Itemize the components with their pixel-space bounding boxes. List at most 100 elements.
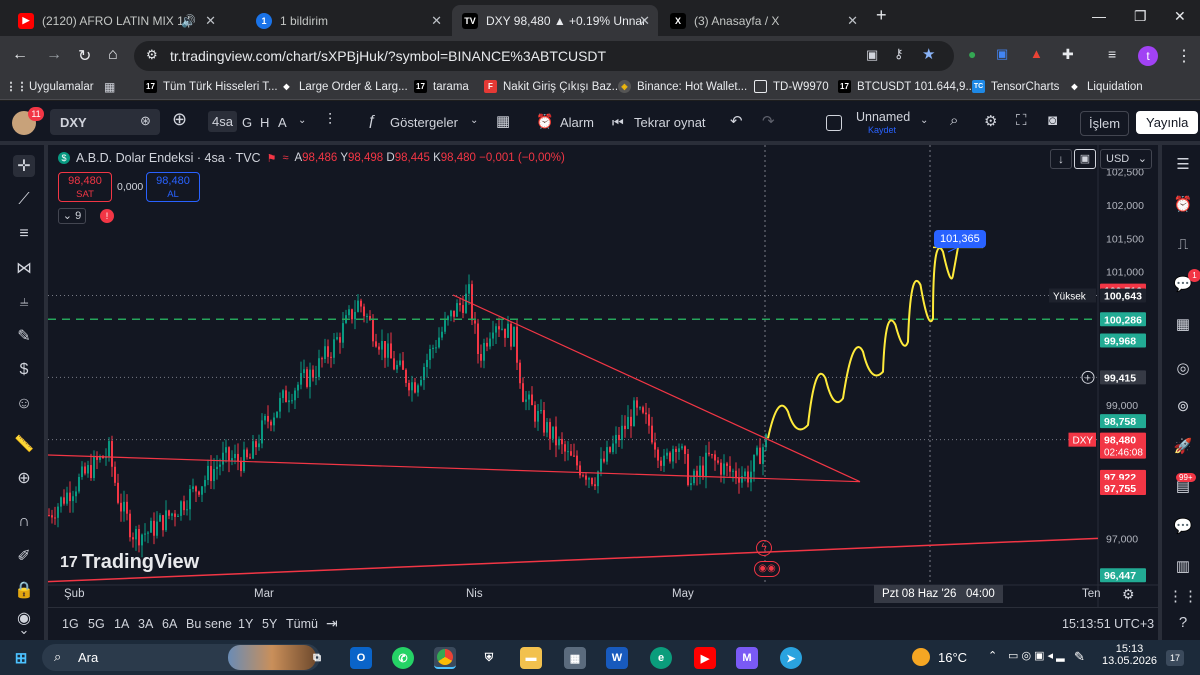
- bookmark-item[interactable]: 17 tarama: [414, 80, 469, 93]
- indicators-icon[interactable]: ƒ: [368, 112, 376, 129]
- horizontal-lines-icon[interactable]: ≡: [13, 223, 35, 245]
- buy-button[interactable]: 98,480 AL: [146, 172, 200, 202]
- camera-icon[interactable]: ◙: [1048, 112, 1057, 129]
- notifications-icon[interactable]: 💬: [1172, 515, 1194, 537]
- new-tab-button[interactable]: +: [876, 5, 887, 26]
- profile-avatar[interactable]: t: [1138, 46, 1158, 66]
- axis-settings-icon[interactable]: ⚙: [1122, 586, 1135, 603]
- range-ytd[interactable]: Bu sene: [186, 617, 232, 631]
- clock-timezone[interactable]: 15:13:51 UTC+3: [1062, 617, 1154, 631]
- chart-type-g[interactable]: G: [242, 115, 252, 130]
- time-axis[interactable]: Şub Mar Nis May Ten Pzt 08 Haz '26 04:00: [48, 585, 1101, 607]
- redo-icon[interactable]: ↷: [762, 112, 775, 130]
- file-explorer-icon[interactable]: ▬: [520, 647, 542, 669]
- tab-tradingview[interactable]: TV DXY 98,480 ▲ +0.19% Unnamed ✕: [452, 5, 658, 36]
- taskbar-search[interactable]: ⌕ Ara: [42, 644, 320, 671]
- chart-type-a[interactable]: A: [278, 115, 287, 130]
- bookmark-apps[interactable]: ⋮⋮ Uygulamalar: [6, 80, 94, 94]
- chrome-icon[interactable]: [434, 647, 456, 669]
- trade-button[interactable]: İşlem: [1080, 111, 1130, 136]
- reload-icon[interactable]: ↻: [78, 46, 91, 66]
- chevron-down-icon[interactable]: ⌄: [470, 115, 478, 126]
- windows-start-icon[interactable]: ⊞: [10, 647, 32, 669]
- pdf-icon[interactable]: ▲: [1030, 46, 1043, 61]
- weather-icon[interactable]: [912, 648, 930, 666]
- chart-svg[interactable]: 102,500102,000101,500101,00099,00097,000…: [47, 145, 1158, 607]
- screener-icon[interactable]: ▦: [1172, 313, 1194, 335]
- scroll-down-icon[interactable]: ↓: [1050, 149, 1072, 169]
- indicators-button[interactable]: Göstergeler: [390, 115, 458, 130]
- emoji-icon[interactable]: ☺: [13, 393, 35, 415]
- edge-icon[interactable]: e: [650, 647, 672, 669]
- reading-list-icon[interactable]: ≡: [1108, 46, 1116, 62]
- indicators-collapse[interactable]: ⌄ 9: [58, 208, 86, 224]
- key-icon[interactable]: ⚷: [894, 46, 904, 62]
- speaker-icon[interactable]: 🔊: [181, 14, 196, 28]
- apps-icon[interactable]: ⋮⋮: [1168, 585, 1198, 607]
- youtube-icon[interactable]: ▶: [694, 647, 716, 669]
- currency-select[interactable]: USD ⌄: [1100, 149, 1152, 169]
- bookmark-item[interactable]: 17 BTCUSDT 101.644,9...: [838, 80, 975, 93]
- chart-type-h[interactable]: H: [260, 115, 269, 130]
- home-icon[interactable]: ⌂: [108, 46, 118, 64]
- bookmark-star-icon[interactable]: ★: [922, 45, 935, 63]
- magnet-icon[interactable]: ∩: [13, 511, 35, 533]
- omnibox[interactable]: ⚙ tr.tradingview.com/chart/sXPBjHuk/?sym…: [134, 41, 954, 71]
- date-range-icon[interactable]: ⇥: [326, 615, 338, 632]
- close-icon[interactable]: ✕: [431, 13, 442, 29]
- brush-icon[interactable]: ✎: [13, 325, 35, 347]
- task-view-icon[interactable]: ⧉: [306, 647, 328, 669]
- telegram-icon[interactable]: ➤: [780, 647, 802, 669]
- bookmark-item[interactable]: ◆ Liquidation: [1068, 80, 1142, 93]
- bookmark-item[interactable]: 17 Tüm Türk Hisseleri T...: [144, 80, 278, 93]
- chevron-down-icon[interactable]: ⌄: [298, 115, 306, 126]
- hotlists-icon[interactable]: ◎: [1172, 357, 1194, 379]
- range-3a[interactable]: 3A: [138, 617, 153, 631]
- notification-center-badge[interactable]: 17: [1166, 650, 1184, 666]
- range-1a[interactable]: 1A: [114, 617, 129, 631]
- candles-icon[interactable]: ⫶: [328, 112, 332, 130]
- trendline-icon[interactable]: ⟋: [13, 189, 35, 211]
- chart-area[interactable]: 102,500 102,000 101,500 101,000 99,000 97,000…: [47, 145, 1158, 607]
- m365-icon[interactable]: M: [736, 647, 758, 669]
- sell-button[interactable]: 98,480 SAT: [58, 172, 112, 202]
- symbol-search[interactable]: DXY ⊛: [50, 109, 160, 135]
- pattern-icon[interactable]: ⋈: [13, 257, 35, 279]
- tab-notifications[interactable]: 1 1 bildirim ✕: [246, 5, 450, 36]
- alarm-icon[interactable]: ⏰: [536, 113, 553, 130]
- data-window-icon[interactable]: ⎍: [1172, 233, 1194, 255]
- lightning-icon[interactable]: ϟ: [756, 540, 772, 556]
- crosshair-icon[interactable]: ✛: [13, 155, 35, 177]
- lock-drawing-icon[interactable]: ✐: [13, 545, 35, 567]
- tab-x[interactable]: X (3) Anasayfa / X ✕: [660, 5, 866, 36]
- settings-icon[interactable]: ⚙: [984, 112, 997, 130]
- range-1y[interactable]: 1Y: [238, 617, 253, 631]
- outlook-icon[interactable]: O: [350, 647, 372, 669]
- undo-icon[interactable]: ↶: [730, 112, 743, 130]
- bookmark-item[interactable]: ◈ Binance: Hot Wallet...: [618, 80, 747, 93]
- fullscreen-icon[interactable]: ⛶: [1016, 112, 1027, 129]
- calculator-icon[interactable]: ▦: [564, 647, 586, 669]
- range-5y[interactable]: 5Y: [262, 617, 277, 631]
- extensions-icon[interactable]: ✚: [1062, 46, 1074, 63]
- us-flag-event-icon[interactable]: ◉◉: [754, 561, 780, 577]
- target-price-label[interactable]: 101,365: [934, 230, 986, 248]
- whatsapp-icon[interactable]: ✆: [392, 647, 414, 669]
- price-range-icon[interactable]: $: [13, 359, 35, 381]
- weather-temp[interactable]: 16°C: [938, 650, 967, 665]
- taskbar-clock[interactable]: 15:13 13.05.2026: [1102, 643, 1157, 667]
- layout-toggle-icon[interactable]: [826, 115, 842, 131]
- tab-youtube[interactable]: ▶ (2120) AFRO LATIN MIX 1 | 🔊 ✕: [8, 5, 224, 36]
- tray-chevron-icon[interactable]: ⌃: [988, 649, 997, 662]
- grid-icon[interactable]: ▦: [104, 80, 115, 94]
- watchlist-icon[interactable]: ☰: [1172, 153, 1194, 175]
- layout-name[interactable]: Unnamed: [856, 110, 910, 124]
- bookmark-item[interactable]: TC TensorCharts: [972, 80, 1059, 93]
- replay-icon[interactable]: ⏮: [612, 115, 624, 131]
- legend-title[interactable]: A.B.D. Dolar Endeksi · 4sa · TVC: [76, 151, 261, 165]
- minimize-icon[interactable]: —: [1092, 8, 1106, 24]
- extension-translate-icon[interactable]: ▣: [996, 46, 1008, 62]
- range-all[interactable]: Tümü: [286, 617, 318, 631]
- lock-icon[interactable]: 🔒: [13, 579, 35, 601]
- alerts-clock-icon[interactable]: ⏰: [1172, 193, 1194, 215]
